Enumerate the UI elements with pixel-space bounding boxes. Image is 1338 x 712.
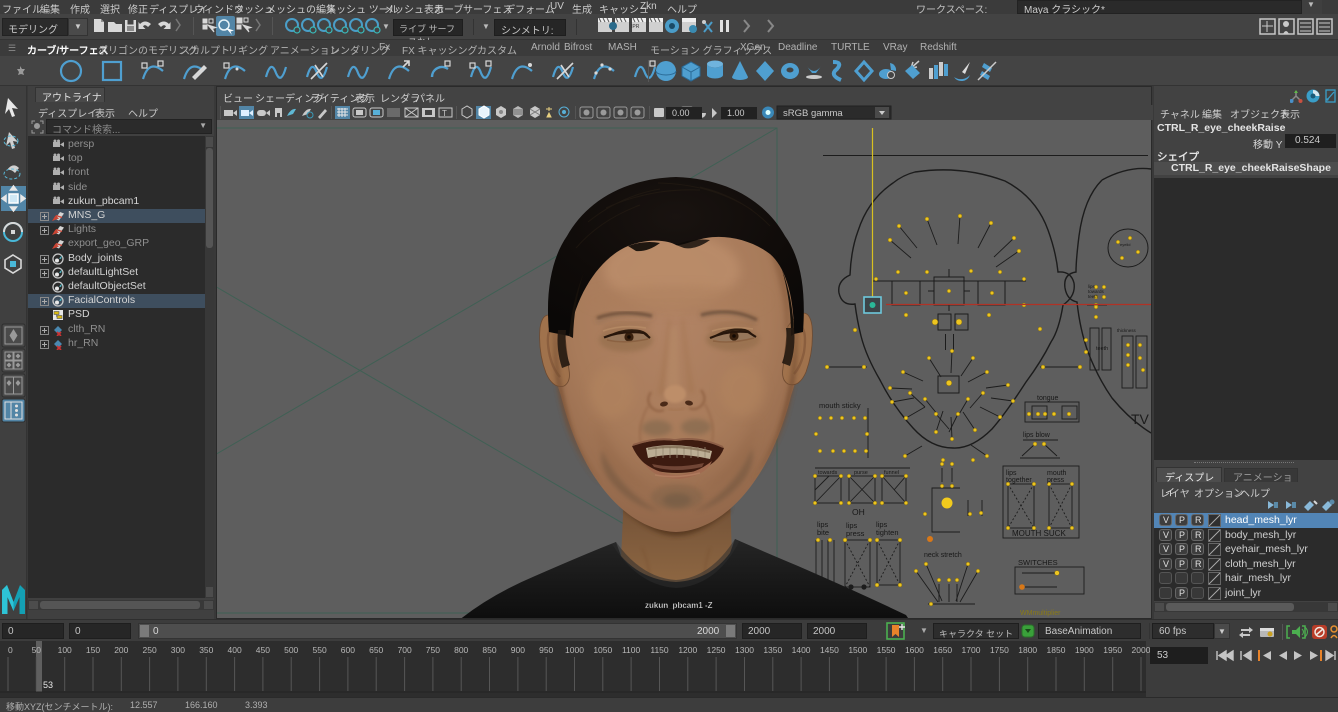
svg-text:TV: TV [1131,411,1150,427]
svg-text:SWITCHES: SWITCHES [1018,558,1058,567]
svg-text:1000: 1000 [565,645,584,655]
svg-text:mouth sticky: mouth sticky [819,401,861,410]
svg-text:bite: bite [817,528,829,537]
svg-text:teeth: teeth [1088,294,1099,299]
svg-text:funnel: funnel [884,470,899,476]
svg-text:250: 250 [143,645,157,655]
svg-text:100: 100 [58,645,72,655]
svg-text:lips blow: lips blow [1023,432,1051,439]
svg-text:press: press [1047,477,1065,484]
svg-text:300: 300 [171,645,185,655]
svg-text:1850: 1850 [1047,645,1066,655]
svg-text:together: together [1006,477,1032,484]
svg-text:purse: purse [854,470,868,476]
svg-text:1.00: 1.00 [727,108,745,118]
svg-text:600: 600 [341,645,355,655]
svg-text:1550: 1550 [877,645,896,655]
svg-text:850: 850 [482,645,496,655]
svg-text:0.00: 0.00 [672,108,690,118]
svg-text:1650: 1650 [933,645,952,655]
svg-text:1800: 1800 [1018,645,1037,655]
svg-text:550: 550 [313,645,327,655]
svg-text:750: 750 [426,645,440,655]
svg-text:150: 150 [86,645,100,655]
svg-text:50: 50 [32,645,42,655]
svg-text:T: T [442,109,447,118]
svg-text:tighten: tighten [876,528,899,537]
svg-text:1600: 1600 [905,645,924,655]
svg-text:OH: OH [852,507,865,517]
svg-text:0: 0 [8,645,13,655]
svg-text:700: 700 [398,645,412,655]
svg-text:950: 950 [539,645,553,655]
svg-text:650: 650 [369,645,383,655]
svg-text:500: 500 [284,645,298,655]
svg-text:WMmultiplier: WMmultiplier [1020,610,1061,617]
svg-text:1450: 1450 [820,645,839,655]
svg-text:sRGB gamma: sRGB gamma [783,108,843,119]
svg-text:IPR: IPR [631,24,640,30]
svg-text:press: press [846,529,865,538]
svg-text:tongue: tongue [1037,395,1059,402]
svg-text:1500: 1500 [848,645,867,655]
svg-text:800: 800 [454,645,468,655]
svg-text:1400: 1400 [792,645,811,655]
svg-text:1350: 1350 [763,645,782,655]
svg-text:900: 900 [511,645,525,655]
svg-text:2000: 2000 [1132,645,1151,655]
svg-text:1250: 1250 [707,645,726,655]
svg-text:1700: 1700 [962,645,981,655]
svg-text:1200: 1200 [678,645,697,655]
svg-text:thickness: thickness [1117,328,1137,333]
svg-text:lips: lips [1006,470,1017,477]
svg-text:450: 450 [256,645,270,655]
svg-text:1750: 1750 [990,645,1009,655]
svg-text:400: 400 [228,645,242,655]
svg-text:teeth: teeth [1096,346,1108,352]
svg-text:1950: 1950 [1103,645,1122,655]
svg-text:350: 350 [199,645,213,655]
svg-text:eyelid: eyelid [1120,242,1130,247]
svg-text:1050: 1050 [593,645,612,655]
svg-text:MOUTH SUCK: MOUTH SUCK [1012,529,1066,538]
svg-text:1150: 1150 [650,645,669,655]
svg-text:towards: towards [818,470,838,476]
svg-text:200: 200 [114,645,128,655]
svg-text:53: 53 [43,680,53,690]
svg-text:neck stretch: neck stretch [924,552,962,559]
svg-text:1900: 1900 [1075,645,1094,655]
svg-text:1300: 1300 [735,645,754,655]
svg-text:1100: 1100 [622,645,641,655]
svg-text:zukun_pbcam1 -Z: zukun_pbcam1 -Z [645,601,713,610]
svg-text:mouth: mouth [1047,470,1067,477]
